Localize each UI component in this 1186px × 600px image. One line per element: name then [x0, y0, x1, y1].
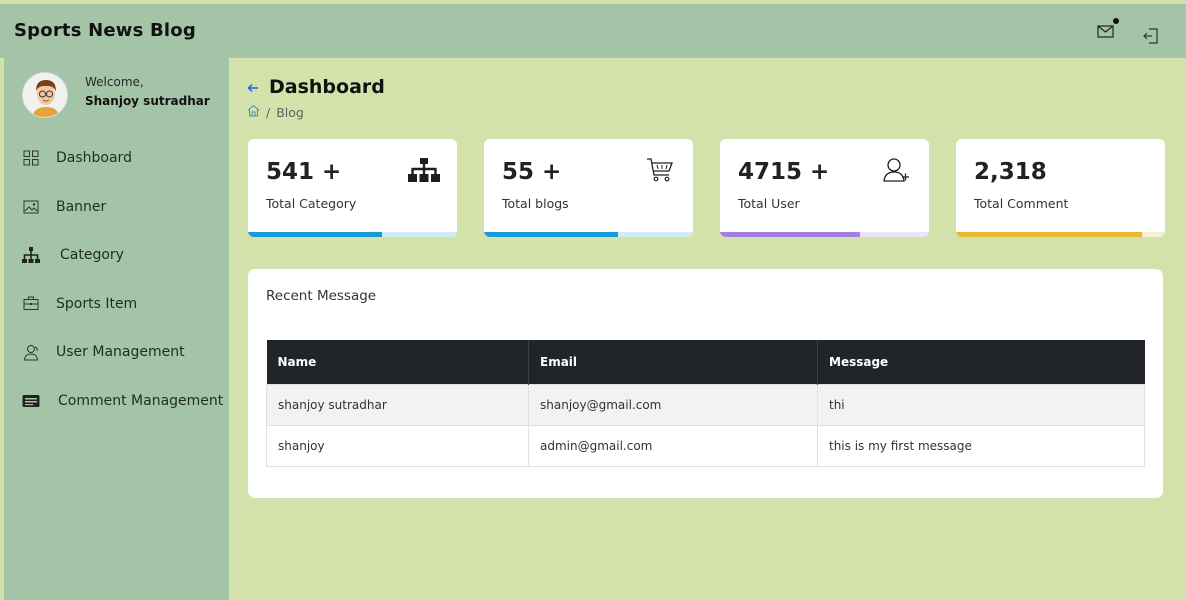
stat-label: Total User: [738, 196, 800, 211]
table-row[interactable]: shanjoy admin@gmail.com this is my first…: [266, 424, 1145, 467]
breadcrumb-separator: /: [266, 104, 271, 120]
stat-value: 4715 +: [738, 159, 830, 185]
page-title: Dashboard: [269, 76, 385, 98]
recent-message-panel: Recent Message Name Email Message shanjo…: [248, 269, 1163, 498]
stat-card-blogs: 55 + Total blogs: [484, 139, 693, 237]
panel-title: Recent Message: [266, 288, 377, 304]
stat-card-comments: 2,318 Total Comment: [956, 139, 1165, 237]
sidebar-menu: Dashboard Banner Category Sports Item Us…: [4, 134, 229, 425]
back-arrow-icon[interactable]: [247, 78, 259, 97]
cell-name: shanjoy sutradhar: [266, 383, 529, 426]
sitemap-icon: [407, 155, 441, 185]
progress-track: [720, 232, 929, 237]
stat-card-users: 4715 + Total User: [720, 139, 929, 237]
user-profile: Welcome, Shanjoy sutradhar: [22, 72, 222, 120]
progress-track: [248, 232, 457, 237]
stat-card-category: 541 + Total Category: [248, 139, 457, 237]
stat-label: Total Comment: [974, 196, 1069, 211]
stat-value: 55 +: [502, 159, 562, 185]
home-icon[interactable]: [247, 104, 260, 120]
add-user-icon: [879, 155, 913, 185]
progress-track: [956, 232, 1165, 237]
stat-label: Total blogs: [502, 196, 569, 211]
progress-track: [484, 232, 693, 237]
sidebar-item-label: Category: [60, 247, 124, 264]
sidebar-item-label: Banner: [56, 198, 107, 215]
top-navbar: Sports News Blog: [0, 4, 1186, 58]
column-header-name: Name: [266, 340, 529, 384]
sidebar-item-label: Sports Item: [56, 295, 138, 312]
column-header-message: Message: [829, 354, 889, 369]
sidebar-item-label: Comment Management: [58, 392, 224, 409]
sidebar-item-label: User Management: [56, 344, 185, 361]
progress-fill: [956, 232, 1142, 237]
card-icon: [22, 392, 40, 410]
progress-fill: [484, 232, 618, 237]
image-icon: [22, 198, 40, 216]
logout-icon[interactable]: [1140, 25, 1162, 47]
sidebar-item-comment-management[interactable]: Comment Management: [4, 377, 229, 426]
sidebar-item-sports-item[interactable]: Sports Item: [4, 280, 229, 329]
sidebar-item-banner[interactable]: Banner: [4, 183, 229, 232]
username: Shanjoy sutradhar: [85, 94, 210, 108]
welcome-text: Welcome,: [85, 75, 144, 89]
progress-fill: [248, 232, 382, 237]
table-header-row: Name Email Message: [266, 340, 1145, 384]
table-row[interactable]: shanjoy sutradhar shanjoy@gmail.com thi: [266, 383, 1145, 426]
sidebar-item-label: Dashboard: [56, 150, 132, 167]
sidebar-item-dashboard[interactable]: Dashboard: [4, 134, 229, 183]
sidebar: Welcome, Shanjoy sutradhar Dashboard Ban…: [4, 58, 229, 600]
brand-title[interactable]: Sports News Blog: [14, 20, 196, 41]
stat-label: Total Category: [266, 196, 357, 211]
stat-value: 541 +: [266, 159, 342, 185]
avatar[interactable]: [22, 72, 68, 118]
cell-name: shanjoy: [266, 424, 529, 467]
grid-icon: [22, 149, 40, 167]
progress-fill: [720, 232, 861, 237]
sitemap-icon: [22, 246, 40, 264]
mail-icon[interactable]: [1095, 18, 1119, 43]
sidebar-item-user-management[interactable]: User Management: [4, 328, 229, 377]
sidebar-item-category[interactable]: Category: [4, 231, 229, 280]
main-content: Dashboard / Blog 541 + Total Category 55…: [229, 58, 1186, 600]
cell-email: admin@gmail.com: [528, 424, 818, 467]
cell-message: thi: [817, 383, 1145, 426]
cell-email: shanjoy@gmail.com: [528, 383, 818, 426]
cell-message: this is my first message: [817, 424, 1145, 467]
messages-table: Name Email Message shanjoy sutradhar sha…: [266, 340, 1145, 467]
briefcase-icon: [22, 295, 40, 313]
column-header-email: Email: [528, 340, 818, 384]
page-header: Dashboard: [247, 76, 385, 98]
notification-dot: [1113, 18, 1119, 24]
cart-icon: [643, 155, 677, 185]
breadcrumb: / Blog: [247, 104, 304, 120]
stat-value: 2,318: [974, 159, 1047, 185]
breadcrumb-current: Blog: [276, 104, 304, 120]
users-icon: [22, 343, 40, 361]
